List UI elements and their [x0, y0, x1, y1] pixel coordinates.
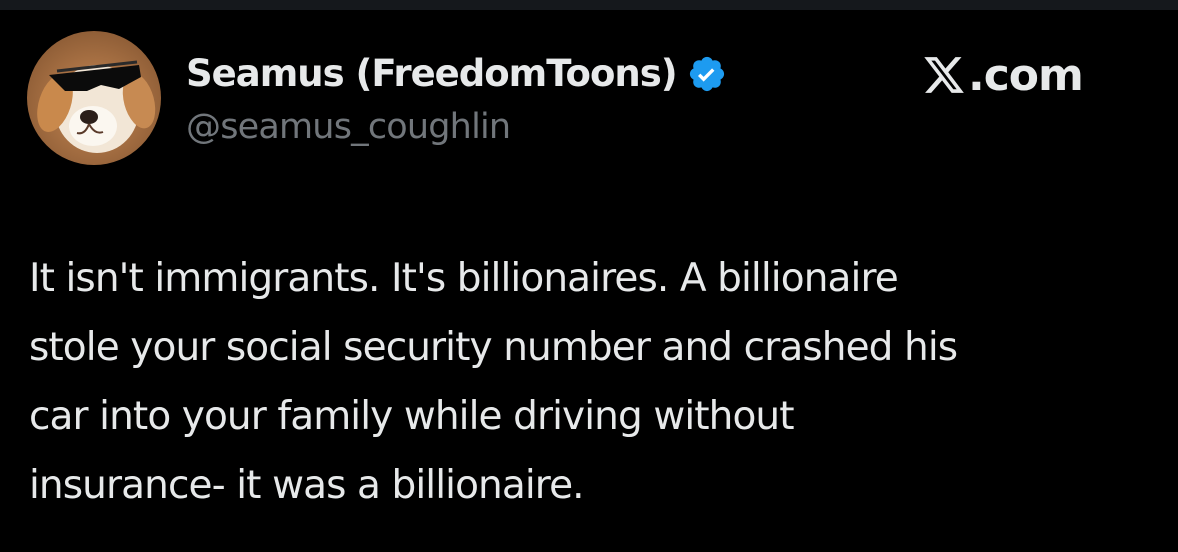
- x-logo-icon: [924, 57, 964, 93]
- post-text-line: insurance- it was a billionaire.: [29, 463, 585, 508]
- post-text: It isn't immigrants. It's billionaires. …: [29, 244, 1164, 520]
- site-label: .com: [968, 49, 1084, 101]
- author-name-row: Seamus (FreedomToons): [186, 48, 727, 100]
- site-badge: .com: [922, 48, 1084, 102]
- verified-badge-icon: [687, 54, 727, 94]
- author-handle[interactable]: @seamus_coughlin: [186, 104, 511, 150]
- dog-with-sunglasses-avatar: [27, 31, 161, 165]
- post-text-line: car into your family while driving witho…: [29, 394, 795, 439]
- top-divider-strip: [0, 0, 1178, 10]
- post-text-line: It isn't immigrants. It's billionaires. …: [29, 256, 899, 301]
- avatar[interactable]: [27, 31, 161, 165]
- post-text-line: stole your social security number and cr…: [29, 325, 958, 370]
- author-display-name[interactable]: Seamus (FreedomToons): [186, 48, 678, 100]
